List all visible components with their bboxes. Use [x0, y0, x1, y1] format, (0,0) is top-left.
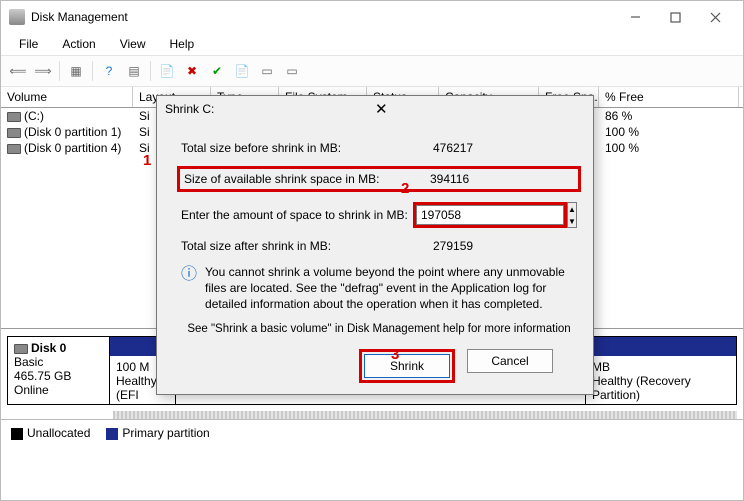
- menu-help[interactable]: Help: [160, 35, 205, 53]
- disk-status: Online: [14, 383, 103, 397]
- dialog-close-icon[interactable]: ✕: [369, 100, 585, 118]
- volume-icon: [7, 144, 21, 154]
- forward-icon[interactable]: ⟹: [32, 60, 54, 82]
- dialog-title-bar: Shrink C: ✕: [157, 96, 593, 122]
- new-icon[interactable]: 📄: [231, 60, 253, 82]
- volume-icon: [7, 128, 21, 138]
- back-icon[interactable]: ⟸: [7, 60, 29, 82]
- menu-file[interactable]: File: [9, 35, 48, 53]
- row-total-before: Total size before shrink in MB: 476217: [181, 140, 577, 156]
- separator: [150, 61, 151, 81]
- part-status: Healthy (Recovery Partition): [592, 374, 730, 402]
- separator: [59, 61, 60, 81]
- cell-volume: (Disk 0 partition 1): [24, 125, 121, 139]
- annotation-1: 1: [143, 152, 151, 169]
- spin-control[interactable]: ▲▼: [567, 202, 577, 228]
- value-total-before: 476217: [429, 140, 577, 156]
- check-icon[interactable]: ✔: [206, 60, 228, 82]
- disk-type: Basic: [14, 355, 103, 369]
- legend-label: Unallocated: [27, 426, 90, 440]
- cell-pctfree: 86 %: [599, 108, 739, 124]
- part-size: MB: [592, 360, 730, 374]
- annotation-2: 2: [401, 180, 409, 197]
- window-title: Disk Management: [25, 10, 615, 24]
- disk-icon[interactable]: ▭: [256, 60, 278, 82]
- properties-icon[interactable]: 📄: [156, 60, 178, 82]
- help-text: See "Shrink a basic volume" in Disk Mana…: [181, 323, 577, 335]
- row-enter-amount: Enter the amount of space to shrink in M…: [181, 202, 577, 228]
- shrink-amount-input[interactable]: [416, 205, 564, 225]
- list-view-icon[interactable]: ▦: [65, 60, 87, 82]
- toolbar: ⟸ ⟹ ▦ ? ▤ 📄 ✖ ✔ 📄 ▭ ▭: [1, 55, 743, 87]
- label-total-after: Total size after shrink in MB:: [181, 239, 429, 253]
- format-icon[interactable]: ▭: [281, 60, 303, 82]
- label-enter-amount: Enter the amount of space to shrink in M…: [181, 208, 413, 222]
- row-total-after: Total size after shrink in MB: 279159: [181, 238, 577, 254]
- cell-pctfree: 100 %: [599, 140, 739, 156]
- cell-pctfree: 100 %: [599, 124, 739, 140]
- col-pctfree[interactable]: % Free: [599, 87, 739, 107]
- legend: Unallocated Primary partition: [1, 419, 743, 446]
- disk-label-box[interactable]: Disk 0 Basic 465.75 GB Online: [8, 337, 110, 404]
- label-available: Size of available shrink space in MB:: [184, 172, 426, 186]
- info-text: You cannot shrink a volume beyond the po…: [205, 264, 577, 313]
- shrink-dialog: Shrink C: ✕ 1 2 3 Total size before shri…: [156, 95, 594, 395]
- disk-size: 465.75 GB: [14, 369, 103, 383]
- value-available: 394116: [426, 171, 574, 187]
- cell-volume: (Disk 0 partition 4): [24, 141, 121, 155]
- value-total-after: 279159: [429, 238, 577, 254]
- scroll-track[interactable]: [113, 411, 737, 419]
- maximize-button[interactable]: [655, 3, 695, 31]
- partition-recovery[interactable]: MB Healthy (Recovery Partition): [586, 356, 736, 404]
- volume-icon: [7, 112, 21, 122]
- label-total-before: Total size before shrink in MB:: [181, 141, 429, 155]
- separator: [92, 61, 93, 81]
- cancel-button[interactable]: Cancel: [467, 349, 553, 373]
- info-icon: ⓘ: [181, 264, 197, 313]
- window-title-bar: Disk Management: [1, 1, 743, 33]
- legend-primary: Primary partition: [106, 426, 209, 440]
- disk-icon: [14, 344, 28, 354]
- delete-icon[interactable]: ✖: [181, 60, 203, 82]
- row-available: Size of available shrink space in MB: 39…: [177, 166, 581, 192]
- cancel-button-label: Cancel: [491, 354, 528, 368]
- help-icon[interactable]: ?: [98, 60, 120, 82]
- minimize-button[interactable]: [615, 3, 655, 31]
- disk-name: Disk 0: [31, 341, 66, 355]
- annotation-3: 3: [391, 346, 399, 363]
- swatch-blue: [106, 428, 118, 440]
- highlight-shrink: Shrink: [359, 349, 455, 383]
- dialog-title: Shrink C:: [165, 102, 369, 116]
- cell-volume: (C:): [24, 109, 44, 123]
- col-volume[interactable]: Volume: [1, 87, 133, 107]
- menu-bar: File Action View Help: [1, 33, 743, 55]
- swatch-black: [11, 428, 23, 440]
- info-note: ⓘ You cannot shrink a volume beyond the …: [181, 264, 577, 313]
- spin-down-icon[interactable]: ▼: [568, 215, 576, 227]
- legend-unallocated: Unallocated: [11, 426, 90, 440]
- spin-up-icon[interactable]: ▲: [568, 203, 576, 215]
- app-icon: [9, 9, 25, 25]
- refresh-icon[interactable]: ▤: [123, 60, 145, 82]
- legend-label: Primary partition: [122, 426, 209, 440]
- menu-view[interactable]: View: [110, 35, 156, 53]
- menu-action[interactable]: Action: [52, 35, 105, 53]
- close-button[interactable]: [695, 3, 735, 31]
- shrink-button[interactable]: Shrink: [364, 354, 450, 378]
